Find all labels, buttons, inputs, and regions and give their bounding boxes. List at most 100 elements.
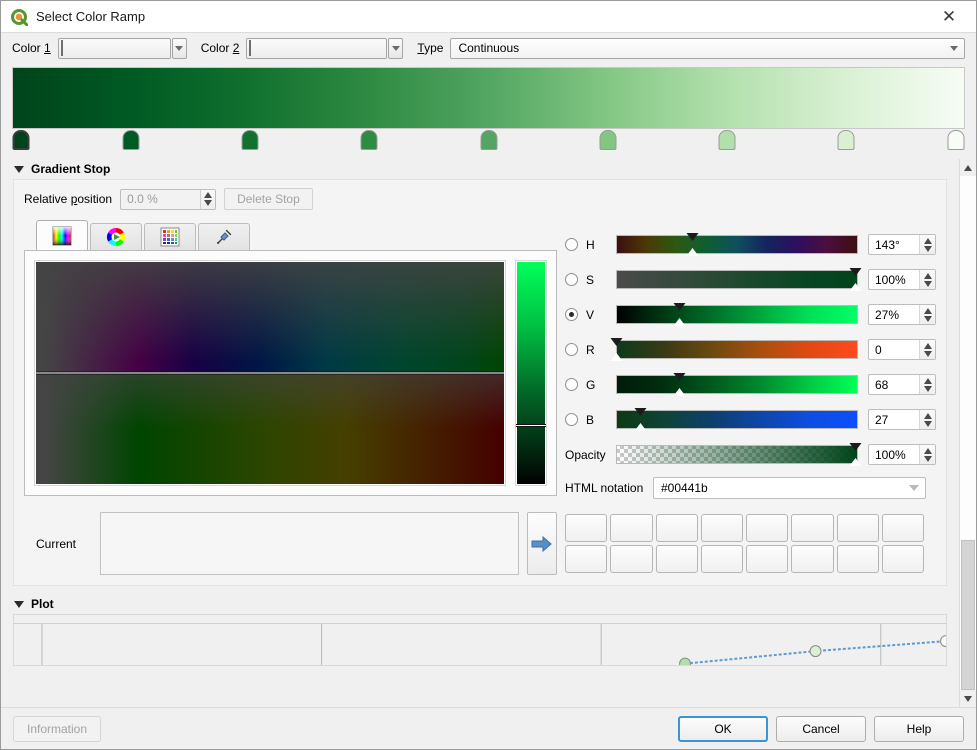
add-to-swatches-button[interactable]: [527, 512, 557, 575]
channel-stepper-r[interactable]: 0: [868, 339, 936, 360]
gradient-stop-marker[interactable]: [718, 130, 735, 150]
opacity-slider[interactable]: [616, 445, 858, 464]
swatch-cell[interactable]: [746, 545, 788, 573]
scroll-down-button[interactable]: [960, 690, 976, 707]
delete-stop-button[interactable]: Delete Stop: [224, 188, 313, 210]
swatch-cell[interactable]: [610, 514, 652, 542]
value-bar-wrapper[interactable]: [515, 260, 547, 486]
channel-slider-h[interactable]: [616, 235, 858, 254]
channel-spin-buttons[interactable]: [919, 235, 935, 254]
swatch-cell[interactable]: [837, 514, 879, 542]
channel-stepper-h[interactable]: 143°: [868, 234, 936, 255]
swatch-cell[interactable]: [701, 545, 743, 573]
spin-down-icon: [924, 316, 932, 322]
channel-spin-buttons[interactable]: [919, 270, 935, 289]
color-picker-tabs: [24, 220, 557, 250]
gradient-stop-color: [599, 130, 616, 150]
swatch-cell[interactable]: [882, 545, 924, 573]
channel-slider-list: H143°S100%V27%R0G68B27: [565, 231, 936, 433]
value-bar[interactable]: [517, 262, 545, 484]
color-square-cursor[interactable]: [36, 372, 504, 375]
gradient-preview[interactable]: [12, 67, 965, 129]
channel-slider-v[interactable]: [616, 305, 858, 324]
gradient-stop-marker[interactable]: [13, 130, 30, 150]
channel-slider-b[interactable]: [616, 410, 858, 429]
gradient-stop-marker[interactable]: [361, 130, 378, 150]
channel-radio-r[interactable]: [565, 343, 578, 356]
scrollbar-thumb[interactable]: [961, 540, 975, 690]
color2-dropdown-button[interactable]: [388, 38, 403, 59]
channel-label-h: H: [586, 238, 616, 252]
cancel-button[interactable]: Cancel: [776, 716, 866, 742]
spin-up-icon: [924, 378, 932, 384]
help-button[interactable]: Help: [874, 716, 964, 742]
ok-button[interactable]: OK: [678, 716, 768, 742]
channel-radio-v[interactable]: [565, 308, 578, 321]
color2-swatch-button[interactable]: [246, 38, 387, 59]
color1-swatch-button[interactable]: [58, 38, 171, 59]
color-square[interactable]: [36, 262, 504, 484]
channel-spin-buttons[interactable]: [919, 340, 935, 359]
plot-section-header[interactable]: Plot: [1, 594, 959, 614]
swatch-cell[interactable]: [791, 545, 833, 573]
channel-slider-r[interactable]: [616, 340, 858, 359]
swatch-cell[interactable]: [610, 545, 652, 573]
color1-dropdown-button[interactable]: [172, 38, 187, 59]
swatch-cell[interactable]: [565, 514, 607, 542]
scrollbar-track[interactable]: [960, 176, 976, 690]
swatch-cell[interactable]: [791, 514, 833, 542]
color-swatches-tab[interactable]: [144, 223, 196, 250]
color-wheel-tab[interactable]: [90, 223, 142, 250]
gradient-stop-marker[interactable]: [837, 130, 854, 150]
swatch-cell[interactable]: [746, 514, 788, 542]
channel-spin-buttons[interactable]: [919, 305, 935, 324]
opacity-spin-buttons[interactable]: [919, 445, 935, 464]
channel-slider-s[interactable]: [616, 270, 858, 289]
swatch-cell[interactable]: [701, 514, 743, 542]
current-color-swatch[interactable]: [100, 512, 519, 575]
ramp-plot[interactable]: [13, 614, 947, 666]
gradient-stops-rail[interactable]: [12, 130, 965, 154]
html-notation-input[interactable]: #00441b: [653, 477, 926, 499]
channel-slider-g[interactable]: [616, 375, 858, 394]
close-icon[interactable]: ✕: [928, 2, 970, 32]
gradient-stop-section-header[interactable]: Gradient Stop: [1, 159, 959, 179]
channel-spin-buttons[interactable]: [919, 375, 935, 394]
relative-position-spin-buttons[interactable]: [200, 190, 215, 209]
gradient-stop-marker[interactable]: [599, 130, 616, 150]
relative-position-label: Relative position: [24, 192, 112, 206]
channel-spin-buttons[interactable]: [919, 410, 935, 429]
scroll-up-button[interactable]: [960, 159, 976, 176]
swatch-cell[interactable]: [837, 545, 879, 573]
channel-radio-s[interactable]: [565, 273, 578, 286]
opacity-stepper[interactable]: 100%: [868, 444, 936, 465]
channel-stepper-s[interactable]: 100%: [868, 269, 936, 290]
relative-position-stepper[interactable]: 0.0 %: [120, 189, 216, 210]
window-title: Select Color Ramp: [36, 9, 928, 24]
channel-radio-g[interactable]: [565, 378, 578, 391]
channel-radio-h[interactable]: [565, 238, 578, 251]
color-picker-tab[interactable]: [198, 223, 250, 250]
channel-stepper-b[interactable]: 27: [868, 409, 936, 430]
opacity-row: Opacity 100%: [565, 441, 936, 468]
gradient-stop-marker[interactable]: [123, 130, 140, 150]
information-button[interactable]: Information: [13, 716, 101, 742]
color2-fill: [249, 40, 251, 56]
color-square-wrapper[interactable]: [34, 260, 506, 486]
channel-stepper-v[interactable]: 27%: [868, 304, 936, 325]
value-bar-cursor[interactable]: [516, 424, 546, 427]
slider-track: [616, 375, 858, 394]
gradient-stop-marker[interactable]: [948, 130, 965, 150]
swatch-cell[interactable]: [882, 514, 924, 542]
gradient-stop-marker[interactable]: [242, 130, 259, 150]
color-square-tab[interactable]: [36, 220, 88, 250]
swatch-cell[interactable]: [656, 545, 698, 573]
swatch-cell[interactable]: [656, 514, 698, 542]
ramp-type-select[interactable]: Continuous: [450, 38, 965, 59]
vertical-scrollbar[interactable]: [959, 159, 976, 707]
channel-radio-b[interactable]: [565, 413, 578, 426]
gradient-stop-marker[interactable]: [480, 130, 497, 150]
swatch-cell[interactable]: [565, 545, 607, 573]
channel-value-s: 100%: [869, 270, 919, 289]
channel-stepper-g[interactable]: 68: [868, 374, 936, 395]
